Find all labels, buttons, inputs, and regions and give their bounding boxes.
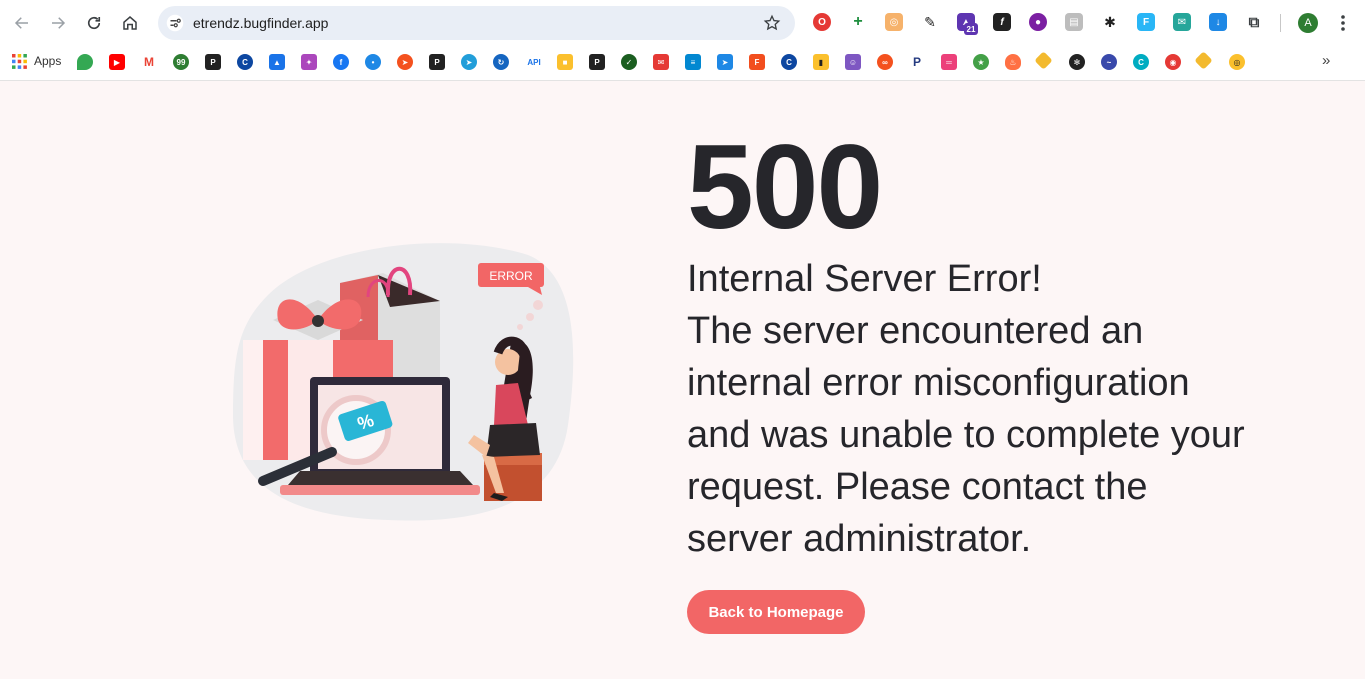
blue-bookmark-icon[interactable]: ≡ <box>685 54 701 70</box>
refresh-bookmark-icon[interactable]: ↻ <box>493 54 509 70</box>
error-code: 500 <box>687 120 883 254</box>
check-bookmark-icon[interactable]: ✓ <box>621 54 637 70</box>
more-menu-icon[interactable] <box>1337 13 1349 33</box>
arrow-right-icon <box>52 17 66 29</box>
download-extension-icon[interactable]: ↓ <box>1209 13 1227 31</box>
fingerprint-bookmark-icon[interactable]: ◉ <box>1165 54 1181 70</box>
error-tag-text: ERROR <box>489 269 533 283</box>
chat-bookmark-icon[interactable]: • <box>365 54 381 70</box>
reload-icon <box>87 16 101 30</box>
url-text[interactable]: etrendz.bugfinder.app <box>193 14 328 32</box>
eyedropper-extension-icon[interactable]: ✎ <box>921 13 939 31</box>
youtube-bookmark-icon[interactable]: ▶ <box>109 54 125 70</box>
forward-button[interactable] <box>46 11 70 35</box>
address-bar[interactable]: etrendz.bugfinder.app <box>158 6 795 40</box>
ninja-extension-icon[interactable]: ✱ <box>1101 13 1119 31</box>
home-icon <box>123 16 137 30</box>
facebook-bookmark-icon[interactable]: f <box>333 54 349 70</box>
c3-bookmark-icon[interactable]: C <box>1133 54 1149 70</box>
extension-badge: 21 <box>964 23 978 35</box>
profile-avatar[interactable]: A <box>1298 13 1318 33</box>
mail-bookmark-icon[interactable]: ✉ <box>653 54 669 70</box>
badge-bookmark-icon[interactable]: ★ <box>973 54 989 70</box>
bot-bookmark-icon[interactable]: ☺ <box>845 54 861 70</box>
extensions-puzzle-icon[interactable]: ⧉ <box>1245 13 1263 31</box>
more-bookmarks-icon[interactable]: » <box>1322 52 1330 69</box>
error-message: The server encountered an internal error… <box>687 310 1245 560</box>
back-button[interactable] <box>10 11 34 35</box>
copy-extension-icon[interactable]: ▤ <box>1065 13 1083 31</box>
telegram-bookmark-icon[interactable]: ➤ <box>461 54 477 70</box>
site-info-icon[interactable] <box>166 14 184 32</box>
browser-toolbar: etrendz.bugfinder.app O + ◎ ✎ ▲ 21 f ● ▤… <box>0 0 1365 46</box>
p2-bookmark-icon[interactable]: P <box>429 54 445 70</box>
maps-bookmark-icon[interactable] <box>77 54 93 70</box>
mail-extension-icon[interactable]: ✉ <box>1173 13 1191 31</box>
binance-bookmark-icon[interactable] <box>1034 51 1053 70</box>
fi-extension-icon[interactable]: F <box>1137 13 1155 31</box>
fire-bookmark-icon[interactable]: ♨ <box>1005 54 1021 70</box>
plus-extension-icon[interactable]: + <box>849 13 867 31</box>
binance2-bookmark-icon[interactable] <box>1194 51 1213 70</box>
toolbar-separator <box>1280 14 1281 32</box>
color-extension-icon[interactable]: ● <box>1029 13 1047 31</box>
home-button[interactable] <box>118 11 142 35</box>
c2-bookmark-icon[interactable]: C <box>781 54 797 70</box>
orange-bookmark-icon[interactable]: ➤ <box>397 54 413 70</box>
link-bookmark-icon[interactable]: ∞ <box>877 54 893 70</box>
gmail-bookmark-icon[interactable]: M <box>141 54 157 70</box>
font-extension-icon[interactable]: f <box>993 13 1011 31</box>
paypal-bookmark-icon[interactable]: P <box>909 54 925 70</box>
orange-extension-icon[interactable]: ◎ <box>885 13 903 31</box>
error-illustration: % ERROR <box>233 243 574 521</box>
coin-bookmark-icon[interactable]: ◎ <box>1229 54 1245 70</box>
apps-bookmark-label[interactable]: Apps <box>34 53 61 69</box>
apps-grid-icon[interactable] <box>12 54 27 69</box>
whale-bookmark-icon[interactable]: ~ <box>1101 54 1117 70</box>
openai-bookmark-icon[interactable]: ✻ <box>1069 54 1085 70</box>
green-bookmark-icon[interactable]: 99 <box>173 54 189 70</box>
bookmark-star-icon[interactable] <box>763 14 781 32</box>
bookmarks-bar: Apps ▶ M 99 P C ▲ ✦ f • ➤ P ➤ ↻ API ■ P … <box>0 46 1365 81</box>
triangle-bookmark-icon[interactable]: ▲ <box>269 54 285 70</box>
back-to-homepage-button[interactable]: Back to Homepage <box>687 590 865 634</box>
api-bookmark-label[interactable]: API <box>523 54 545 70</box>
grid-bookmark-icon[interactable]: ■ <box>557 54 573 70</box>
arrow-left-icon <box>14 17 28 29</box>
send-bookmark-icon[interactable]: ➤ <box>717 54 733 70</box>
p3-bookmark-icon[interactable]: P <box>589 54 605 70</box>
p-bookmark-icon[interactable]: P <box>205 54 221 70</box>
reload-button[interactable] <box>82 11 106 35</box>
figma-bookmark-icon[interactable]: F <box>749 54 765 70</box>
pink-bookmark-icon[interactable]: ═ <box>941 54 957 70</box>
error-title: Internal Server Error! <box>687 258 1042 300</box>
purple-bookmark-icon[interactable]: ✦ <box>301 54 317 70</box>
c-bookmark-icon[interactable]: C <box>237 54 253 70</box>
opera-extension-icon[interactable]: O <box>813 13 831 31</box>
yellow-bookmark-icon[interactable]: ▮ <box>813 54 829 70</box>
error-page: % ERROR 500 Internal Server Error! The s… <box>0 81 1365 679</box>
